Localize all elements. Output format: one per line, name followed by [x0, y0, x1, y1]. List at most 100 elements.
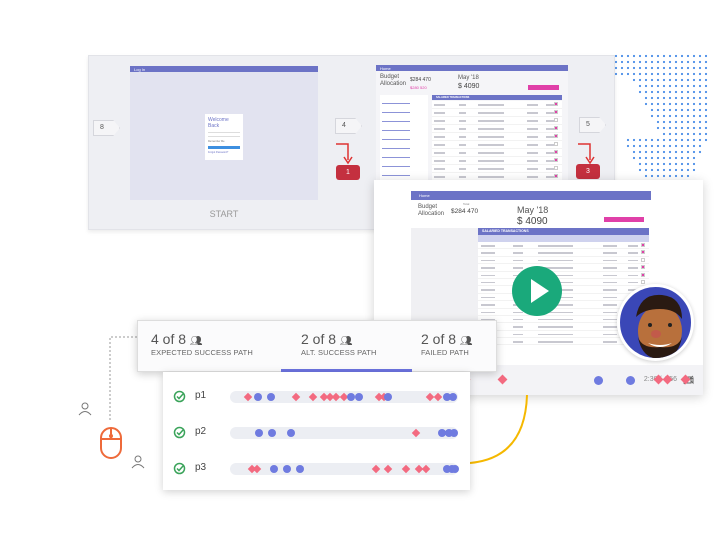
pattern-dot: [638, 72, 642, 76]
step-badge[interactable]: 1: [336, 165, 360, 180]
pattern-dot: [662, 156, 666, 160]
event-diamond[interactable]: [371, 464, 381, 474]
pattern-dot: [698, 132, 702, 136]
pattern-dot: [656, 156, 660, 160]
pattern-dot: [638, 66, 642, 70]
pattern-dot: [638, 144, 642, 148]
pattern-dot: [680, 156, 684, 160]
pattern-dot: [686, 60, 690, 64]
login-header: Log In: [130, 66, 318, 72]
pattern-dot: [644, 66, 648, 70]
pattern-dot: [674, 90, 678, 94]
pattern-dot: [698, 90, 702, 94]
pattern-dot: [698, 102, 702, 106]
pattern-dot: [656, 150, 660, 154]
event-diamond[interactable]: [383, 464, 393, 474]
pattern-dot: [650, 168, 654, 172]
event-dot[interactable]: [384, 393, 392, 401]
event-dot[interactable]: [451, 465, 459, 473]
pattern-dot: [680, 90, 684, 94]
table-row: [432, 165, 562, 173]
step-badge[interactable]: 3: [576, 164, 600, 179]
pattern-dot: [650, 162, 654, 166]
pattern-dot: [686, 144, 690, 148]
event-diamond[interactable]: [308, 392, 318, 402]
event-diamond[interactable]: [252, 464, 262, 474]
event-diamond[interactable]: [401, 464, 411, 474]
event-diamond[interactable]: [421, 464, 431, 474]
pattern-dot: [668, 66, 672, 70]
pattern-dot: [680, 126, 684, 130]
user-icon: [131, 455, 145, 469]
path-tabs: 4 of 8 👥︎ EXPECTED SUCCESS PATH 2 of 8 👥…: [137, 320, 497, 372]
path-row[interactable]: p3: [173, 462, 463, 476]
path-label: p1: [195, 390, 207, 401]
pattern-dot: [632, 60, 636, 64]
pattern-dot: [626, 72, 630, 76]
event-dot[interactable]: [449, 393, 457, 401]
event-dot[interactable]: [267, 393, 275, 401]
pattern-dot: [692, 150, 696, 154]
event-dot[interactable]: [254, 393, 262, 401]
pattern-dot: [644, 60, 648, 64]
tab-label: EXPECTED SUCCESS PATH: [151, 348, 253, 357]
pattern-dot: [686, 114, 690, 118]
pattern-dot: [620, 60, 624, 64]
pattern-dot: [668, 156, 672, 160]
pattern-dot: [656, 174, 660, 178]
pattern-dot: [674, 150, 678, 154]
pattern-dot: [674, 162, 678, 166]
pattern-dot: [662, 126, 666, 130]
pattern-dot: [644, 96, 648, 100]
path-row[interactable]: p1: [173, 390, 463, 404]
event-diamond[interactable]: [411, 428, 421, 438]
pattern-dot: [638, 90, 642, 94]
play-button[interactable]: [512, 266, 562, 316]
users-icon: 👥︎: [459, 336, 473, 347]
event-dot[interactable]: [283, 465, 291, 473]
pattern-dot: [662, 108, 666, 112]
pattern-dot: [668, 174, 672, 178]
login-card: Welcome Back Remember Me Forgot Password…: [205, 114, 243, 160]
path-row[interactable]: p2: [173, 426, 463, 440]
path-timeline[interactable]: [230, 427, 458, 439]
pattern-dot: [650, 96, 654, 100]
pattern-dot: [650, 102, 654, 106]
app-screen-thumbnail[interactable]: Home Budget Allocation $284 470 $280 520…: [376, 65, 568, 180]
pattern-dot: [656, 78, 660, 82]
total-amount: $284 470: [410, 77, 431, 83]
event-diamond[interactable]: [243, 392, 253, 402]
event-dot[interactable]: [268, 429, 276, 437]
pattern-dot: [656, 84, 660, 88]
tab-failed[interactable]: 2 of 8 👥︎ FAILED PATH: [421, 331, 473, 357]
tab-expected-success[interactable]: 4 of 8 👥︎ EXPECTED SUCCESS PATH: [151, 331, 253, 357]
pattern-dot: [692, 156, 696, 160]
tab-alt-success[interactable]: 2 of 8 👥︎ ALT. SUCCESS PATH: [301, 331, 376, 357]
event-diamond[interactable]: [433, 392, 443, 402]
pattern-dot: [656, 162, 660, 166]
pattern-dot: [674, 108, 678, 112]
pattern-dot: [668, 90, 672, 94]
pattern-dot: [644, 150, 648, 154]
pattern-dot: [692, 66, 696, 70]
event-dot[interactable]: [287, 429, 295, 437]
table-row: [432, 133, 562, 141]
event-dot[interactable]: [270, 465, 278, 473]
check-circle-icon: [173, 462, 186, 475]
event-dot[interactable]: [594, 376, 603, 385]
event-diamond[interactable]: [291, 392, 301, 402]
pattern-dot: [674, 126, 678, 130]
event-dot[interactable]: [296, 465, 304, 473]
table-row: [432, 173, 562, 180]
event-dot[interactable]: [347, 393, 355, 401]
pattern-dot: [638, 150, 642, 154]
check-circle-icon: [173, 426, 186, 439]
event-dot[interactable]: [626, 376, 635, 385]
event-dot[interactable]: [450, 429, 458, 437]
event-dot[interactable]: [355, 393, 363, 401]
event-dot[interactable]: [255, 429, 263, 437]
pattern-dot: [698, 54, 702, 58]
pattern-dot: [686, 78, 690, 82]
path-timeline[interactable]: [230, 391, 458, 403]
path-timeline[interactable]: [230, 463, 459, 475]
